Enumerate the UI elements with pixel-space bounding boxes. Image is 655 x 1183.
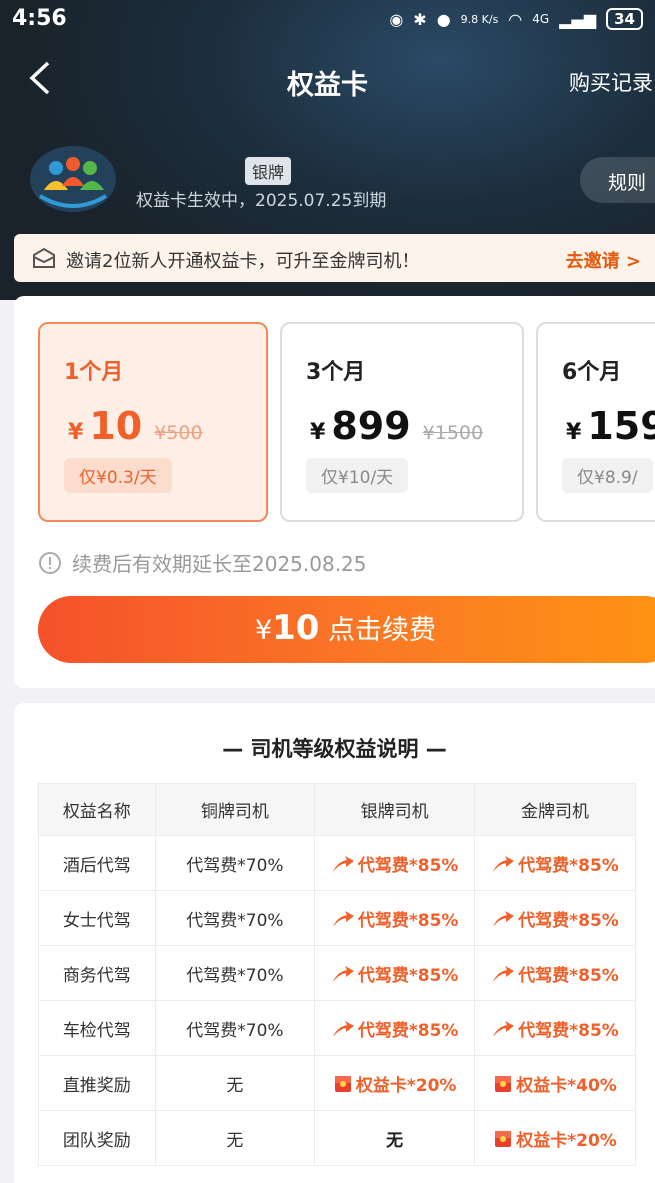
table-cell: 车检代驾 bbox=[38, 1000, 156, 1056]
table-cell: 代驾费*85% bbox=[474, 945, 636, 1001]
table-cell: 酒后代驾 bbox=[38, 835, 156, 891]
table-cell: 直推奖励 bbox=[38, 1055, 156, 1111]
renew-note: 续费后有效期延长至2025.08.25 bbox=[38, 548, 367, 577]
table-cell: 权益卡*20% bbox=[314, 1055, 476, 1111]
renew-button[interactable]: ¥10 点击续费 bbox=[38, 596, 655, 663]
table-cell: 代驾费*85% bbox=[314, 945, 476, 1001]
plan-panel: 1个月 ¥10 ¥500 仅¥0.3/天 3个月 ¥899 ¥1500 仅¥10/天… bbox=[14, 296, 655, 688]
plan-original-price: ¥1500 bbox=[422, 422, 484, 444]
table-cell: 权益卡*40% bbox=[474, 1055, 636, 1111]
up-arrow-icon bbox=[332, 855, 354, 872]
plan-original-price: ¥500 bbox=[154, 422, 203, 444]
invite-banner[interactable]: 邀请2位新人开通权益卡，可升至金牌司机！ 去邀请 > bbox=[14, 234, 655, 282]
team-logo-icon bbox=[38, 157, 108, 208]
avatar bbox=[30, 146, 116, 212]
clock: 4:56 bbox=[12, 6, 67, 31]
header-cell: 铜牌司机 bbox=[154, 783, 316, 836]
table-cell: 代驾费*85% bbox=[474, 835, 636, 891]
table-row: 酒后代驾 代驾费*70% 代驾费*85% 代驾费*85% bbox=[38, 835, 636, 891]
table-cell: 代驾费*85% bbox=[474, 890, 636, 946]
bluetooth-icon: ✱ bbox=[413, 9, 427, 29]
plan-duration: 1个月 bbox=[64, 360, 124, 385]
up-arrow-icon bbox=[493, 1020, 515, 1037]
net-speed: 9.8 K/s bbox=[460, 12, 499, 26]
table-row: 直推奖励无权益卡*20% 权益卡*40% bbox=[38, 1055, 636, 1111]
location-icon: ● bbox=[436, 9, 451, 29]
table-cell: 代驾费*85% bbox=[474, 1000, 636, 1056]
table-header-row: 权益名称 铜牌司机 银牌司机 金牌司机 bbox=[38, 783, 636, 836]
invite-text: 邀请2位新人开通权益卡，可升至金牌司机！ bbox=[66, 251, 420, 272]
table-row: 女士代驾 代驾费*70% 代驾费*85% 代驾费*85% bbox=[38, 890, 636, 946]
up-arrow-icon bbox=[332, 1020, 354, 1037]
renew-amount: 10 bbox=[272, 608, 320, 648]
plan-duration: 3个月 bbox=[306, 360, 366, 385]
table-row: 商务代驾 代驾费*70% 代驾费*85% 代驾费*85% bbox=[38, 945, 636, 1001]
nav-bar: 权益卡 购买记录 bbox=[0, 50, 655, 110]
network-type: 4G bbox=[532, 12, 550, 26]
plan-card-3-month[interactable]: 3个月 ¥899 ¥1500 仅¥10/天 bbox=[280, 322, 524, 522]
table-cell: 女士代驾 bbox=[38, 890, 156, 946]
red-packet-icon bbox=[495, 1130, 512, 1147]
up-arrow-icon bbox=[493, 965, 515, 982]
validity-status: 权益卡生效中，2025.07.25到期 bbox=[136, 191, 387, 211]
header-cell: 金牌司机 bbox=[474, 783, 636, 836]
plan-price: ¥899 ¥1500 bbox=[310, 404, 484, 448]
plan-price: ¥10 ¥500 bbox=[68, 404, 203, 448]
red-packet-icon bbox=[495, 1075, 512, 1092]
battery-icon: 34 bbox=[606, 8, 643, 30]
table-cell: 代驾费*70% bbox=[154, 945, 316, 1001]
plan-per-day: 仅¥8.9/ bbox=[562, 458, 653, 493]
table-cell: 代驾费*70% bbox=[154, 1000, 316, 1056]
invite-link[interactable]: 去邀请 > bbox=[566, 247, 641, 273]
table-cell: 权益卡*20% bbox=[474, 1110, 636, 1166]
benefits-panel: — 司机等级权益说明 — 权益名称 铜牌司机 银牌司机 金牌司机 酒后代驾 代驾费… bbox=[14, 703, 655, 1183]
eye-icon: ◉ bbox=[389, 9, 404, 29]
table-cell: 团队奖励 bbox=[38, 1110, 156, 1166]
table-cell: 无 bbox=[314, 1110, 476, 1166]
up-arrow-icon bbox=[332, 965, 354, 982]
plan-duration: 6个月 bbox=[562, 360, 622, 385]
plan-per-day: 仅¥0.3/天 bbox=[64, 458, 172, 493]
table-row: 车检代驾 代驾费*70% 代驾费*85% 代驾费*85% bbox=[38, 1000, 636, 1056]
header-cell: 银牌司机 bbox=[314, 783, 476, 836]
up-arrow-icon bbox=[332, 910, 354, 927]
plan-card-1-month[interactable]: 1个月 ¥10 ¥500 仅¥0.3/天 bbox=[38, 322, 268, 522]
table-cell: 商务代驾 bbox=[38, 945, 156, 1001]
rules-button[interactable]: 规则 bbox=[580, 157, 655, 203]
plan-per-day: 仅¥10/天 bbox=[306, 458, 409, 493]
table-cell: 代驾费*85% bbox=[314, 890, 476, 946]
level-badge: 银牌 bbox=[245, 157, 292, 185]
wifi-icon: ◠ bbox=[508, 9, 523, 29]
table-cell: 代驾费*70% bbox=[154, 890, 316, 946]
benefits-table: 权益名称 铜牌司机 银牌司机 金牌司机 酒后代驾 代驾费*70% 代驾费*85% 代驾… bbox=[38, 783, 636, 1166]
table-cell: 无 bbox=[154, 1055, 316, 1111]
table-row: 团队奖励无无权益卡*20% bbox=[38, 1110, 636, 1166]
table-cell: 代驾费*70% bbox=[154, 835, 316, 891]
plan-card-6-month[interactable]: 6个月 ¥159 仅¥8.9/ bbox=[536, 322, 655, 522]
plan-price: ¥159 bbox=[566, 404, 655, 448]
benefits-title: — 司机等级权益说明 — bbox=[222, 737, 447, 761]
renew-note-text: 续费后有效期延长至2025.08.25 bbox=[72, 552, 367, 576]
purchase-record-link[interactable]: 购买记录 bbox=[569, 67, 653, 97]
info-icon bbox=[39, 551, 61, 574]
page-title: 权益卡 bbox=[287, 70, 368, 101]
red-packet-icon bbox=[334, 1075, 351, 1092]
status-bar: 4:56 ◉ ✱ ● 9.8 K/s ◠ 4G ▂▄▆ 34 bbox=[0, 0, 655, 40]
table-cell: 代驾费*85% bbox=[314, 1000, 476, 1056]
up-arrow-icon bbox=[493, 855, 515, 872]
signal-icon: ▂▄▆ bbox=[559, 9, 597, 29]
table-cell: 无 bbox=[154, 1110, 316, 1166]
table-cell: 代驾费*85% bbox=[314, 835, 476, 891]
header-cell: 权益名称 bbox=[38, 783, 156, 836]
up-arrow-icon bbox=[493, 910, 515, 927]
renew-label: 点击续费 bbox=[328, 615, 437, 646]
envelope-icon bbox=[33, 247, 55, 268]
